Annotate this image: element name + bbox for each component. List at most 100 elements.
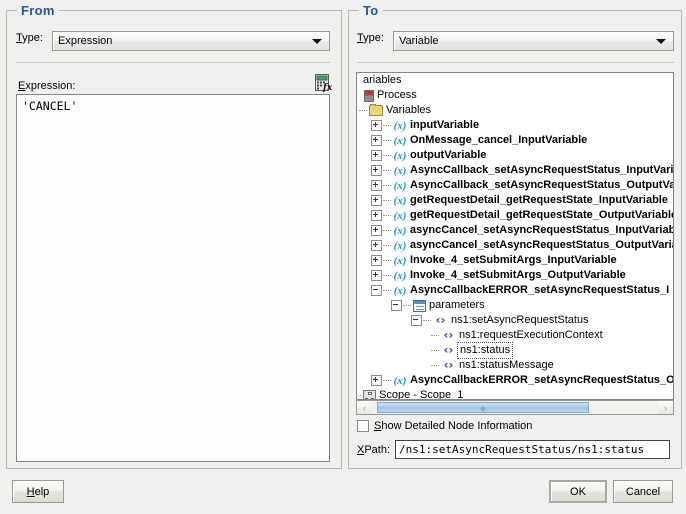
tree-node-label[interactable]: asyncCancel_setAsyncRequestStatus_Output… (407, 238, 673, 253)
tree-node-label[interactable]: getRequestDetail_getRequestState_InputVa… (407, 193, 668, 208)
tree-row[interactable]: Variables (357, 103, 665, 118)
tree-row[interactable]: (x) getRequestDetail_getRequestState_Outp… (357, 208, 673, 223)
tree-row[interactable]: (x) getRequestDetail_getRequestState_Inpu… (357, 193, 668, 208)
tree-node-label[interactable]: Invoke_4_setSubmitArgs_OutputVariable (407, 268, 626, 283)
tree-row[interactable]: (x) AsyncCallbackERROR_setAsyncRequestSta… (357, 283, 669, 298)
tree-row[interactable]: (x) outputVariable (357, 148, 665, 163)
tree-node-label[interactable]: parameters (426, 298, 485, 313)
tree-row[interactable]: (x) OnMessage_cancel_InputVariable (357, 133, 665, 148)
tree-node-label[interactable]: asyncCancel_setAsyncRequestStatus_InputV… (407, 223, 673, 238)
expand-icon[interactable] (371, 195, 382, 206)
expand-icon[interactable] (371, 225, 382, 236)
to-type-combo[interactable]: Variable (393, 31, 674, 51)
scroll-left-arrow-icon: ‹ (363, 402, 366, 413)
tree-node-label[interactable]: ns1:requestExecutionContext (456, 328, 603, 343)
tree-row[interactable]: (x) AsyncCallback_setAsyncRequestStatus_I… (357, 163, 673, 178)
show-detailed-node-info-checkbox[interactable] (357, 420, 369, 432)
variable-icon: (x) (393, 179, 407, 192)
tree-node-label[interactable]: AsyncCallbackERROR_setAsyncRequestStatus… (407, 373, 673, 388)
tree-row[interactable]: (x) AsyncCallback_setAsyncRequestStatus_O… (357, 178, 673, 193)
expand-icon[interactable] (371, 255, 382, 266)
help-mnemonic: H (26, 485, 35, 498)
ok-button[interactable]: OK (549, 480, 607, 503)
from-type-label: Type: (16, 32, 43, 44)
tree-node-label[interactable]: Invoke_4_setSubmitArgs_InputVariable (407, 253, 617, 268)
tree-node-label[interactable]: Variables (383, 103, 431, 118)
expand-icon[interactable] (371, 270, 382, 281)
element-icon: ‹› (443, 328, 454, 342)
tree-node-label[interactable]: ariables (360, 73, 402, 88)
expand-icon[interactable] (371, 165, 382, 176)
collapse-icon[interactable] (371, 285, 382, 296)
expand-icon[interactable] (371, 120, 382, 131)
tree-node-label[interactable]: Process (374, 88, 417, 103)
tree-connector (383, 184, 391, 187)
tree-row[interactable]: (x) inputVariable (357, 118, 665, 133)
from-type-value: Expression (58, 35, 113, 47)
expand-icon[interactable] (371, 150, 382, 161)
expression-textarea[interactable]: 'CANCEL' (16, 94, 330, 462)
ok-button-label: OK (570, 485, 586, 498)
scrollbar-thumb[interactable] (377, 402, 589, 413)
from-type-combo[interactable]: Expression (52, 31, 330, 51)
expand-icon[interactable] (371, 375, 382, 386)
xpath-mnemonic: X (357, 443, 365, 456)
tree-row[interactable]: (x) Invoke_4_setSubmitArgs_InputVariable (357, 253, 665, 268)
tree-node-label[interactable]: AsyncCallback_setAsyncRequestStatus_Inpu… (407, 163, 673, 178)
expand-icon[interactable] (371, 135, 382, 146)
tree-row[interactable]: ‹› ns1:status (357, 342, 665, 359)
tree-row[interactable]: (x) Invoke_4_setSubmitArgs_OutputVariable (357, 268, 665, 283)
tree-node-label[interactable]: ns1:statusMessage (456, 358, 554, 373)
tree-connector (359, 109, 367, 112)
scrollbar-track[interactable] (372, 401, 658, 414)
tree-connector (383, 289, 391, 292)
tree-horizontal-scrollbar[interactable]: ‹ › (356, 400, 674, 415)
tree-connector (383, 139, 391, 142)
expand-icon[interactable] (371, 240, 382, 251)
tree-row[interactable]: ‹› ns1:setAsyncRequestStatus (357, 313, 665, 328)
help-button[interactable]: Help (12, 480, 64, 503)
tree-node-label[interactable]: Scope - Scope_1 (376, 388, 463, 399)
tree-row[interactable]: (x) asyncCancel_setAsyncRequestStatus_Inp… (357, 223, 673, 238)
tree-row[interactable]: ‹› ns1:statusMessage (357, 358, 665, 373)
xpath-input[interactable]: /ns1:setAsyncRequestStatus/ns1:status (395, 440, 671, 459)
tree-connector (383, 274, 391, 277)
scroll-right-button[interactable]: › (658, 401, 673, 414)
tree-node-label[interactable]: AsyncCallbackERROR_setAsyncRequestStatus… (407, 283, 669, 298)
expand-icon[interactable] (371, 210, 382, 221)
expression-value: 'CANCEL' (22, 99, 78, 113)
scroll-left-button[interactable]: ‹ (357, 401, 372, 414)
tree-connector (383, 244, 391, 247)
cancel-button[interactable]: Cancel (613, 480, 673, 503)
expand-icon[interactable] (371, 180, 382, 191)
tree-node-label[interactable]: OnMessage_cancel_InputVariable (407, 133, 587, 148)
to-separator (357, 62, 674, 63)
calculator-fx-icon[interactable]: fx (314, 74, 333, 93)
tree-row[interactable]: parameters (357, 298, 665, 313)
expression-mnemonic: E (18, 80, 26, 92)
collapse-icon[interactable] (411, 315, 422, 326)
from-separator (16, 62, 330, 63)
tree-row[interactable]: ariables (357, 73, 665, 88)
tree-node-label[interactable]: ns1:setAsyncRequestStatus (448, 313, 589, 328)
variable-tree[interactable]: ariables Process Variables (x) inputVariable… (356, 72, 674, 400)
collapse-icon[interactable] (391, 300, 402, 311)
tree-node-label[interactable]: outputVariable (407, 148, 486, 163)
tree-connector (383, 154, 391, 157)
tree-row[interactable]: Process (357, 88, 665, 103)
tree-node-label[interactable]: getRequestDetail_getRequestState_OutputV… (407, 208, 673, 223)
chevron-down-icon (312, 39, 322, 44)
show-detailed-node-info-label: Show Detailed Node Information (374, 420, 533, 432)
tree-row[interactable]: (x) AsyncCallbackERROR_setAsyncRequestSta… (357, 373, 673, 388)
tree-node-label[interactable]: inputVariable (407, 118, 479, 133)
tree-row[interactable]: (x) asyncCancel_setAsyncRequestStatus_Out… (357, 238, 673, 253)
tree-node-label[interactable]: AsyncCallback_setAsyncRequestStatus_Outp… (407, 178, 673, 193)
tree-node-label-selected[interactable]: ns1:status (457, 342, 514, 359)
show-detailed-node-info-row[interactable]: Show Detailed Node Information (357, 420, 532, 432)
tree-row[interactable]: ‹› ns1:requestExecutionContext (357, 328, 665, 343)
tree-connector (383, 379, 391, 382)
tree-row[interactable]: Scope - Scope_1 (357, 388, 665, 399)
